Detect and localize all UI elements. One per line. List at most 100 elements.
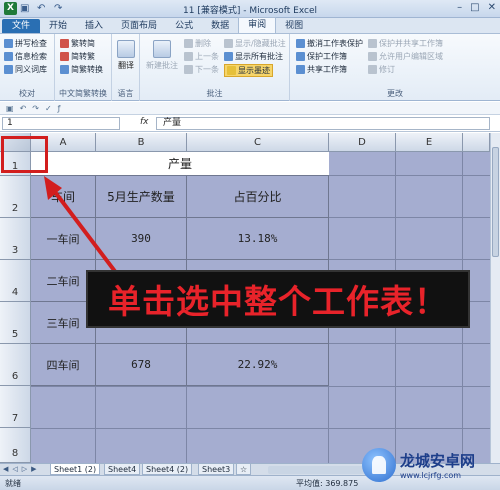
group-chinese-conversion: 繁转简 简转繁 简繁转换 中文简繁转换 bbox=[55, 34, 112, 101]
close-icon[interactable]: ✕ bbox=[488, 2, 496, 13]
protect-share-icon bbox=[368, 39, 377, 48]
last-sheet-icon[interactable]: ▶ bbox=[31, 465, 36, 473]
tab-formulas[interactable]: 公式 bbox=[166, 19, 202, 33]
table-cell[interactable]: 678 bbox=[96, 344, 187, 386]
minimize-icon[interactable]: – bbox=[457, 2, 462, 13]
group-language: 翻译 语言 bbox=[112, 34, 140, 101]
sheet-tab[interactable]: Sheet1 (2) bbox=[50, 464, 101, 475]
tab-data[interactable]: 数据 bbox=[202, 19, 238, 33]
row-header-6[interactable]: 6 bbox=[0, 344, 31, 386]
thesaurus-button[interactable]: 同义词库 bbox=[4, 64, 47, 75]
maximize-icon[interactable]: □ bbox=[470, 2, 479, 13]
protect-share-workbook-button[interactable]: 保护并共享工作簿 bbox=[368, 38, 443, 49]
row-header-3[interactable]: 3 bbox=[0, 218, 31, 260]
row-header-4[interactable]: 4 bbox=[0, 260, 31, 302]
show-hide-comment-button[interactable]: 显示/隐藏批注 bbox=[224, 38, 286, 49]
window-controls: – □ ✕ bbox=[457, 2, 496, 13]
simp-to-trad-button[interactable]: 简转繁 bbox=[60, 51, 95, 62]
gridline bbox=[31, 428, 490, 429]
trad-to-simp-button[interactable]: 繁转简 bbox=[60, 38, 95, 49]
first-sheet-icon[interactable]: ◀ bbox=[3, 465, 8, 473]
watermark: 龙城安卓网 www.lcjrfg.com bbox=[362, 445, 498, 485]
header-cell-workshop[interactable]: 车间 bbox=[31, 176, 96, 218]
header-cell-percent[interactable]: 占百分比 bbox=[187, 176, 329, 218]
allow-edit-ranges-button[interactable]: 允许用户编辑区域 bbox=[368, 51, 443, 62]
new-comment-button[interactable]: 新建批注 bbox=[144, 40, 180, 71]
fx-small-icon[interactable]: ƒ bbox=[58, 104, 61, 113]
delete-comment-button[interactable]: 删除 bbox=[184, 38, 211, 49]
row-header-8[interactable]: 8 bbox=[0, 428, 31, 463]
sheet-tab[interactable]: Sheet4 (2) bbox=[142, 464, 193, 475]
chinese-conversion-icon bbox=[60, 65, 69, 74]
track-changes-button[interactable]: 修订 bbox=[368, 64, 395, 75]
table-cell[interactable]: 22.92% bbox=[187, 344, 329, 386]
tab-view[interactable]: 视图 bbox=[276, 19, 312, 33]
research-button[interactable]: 信息检索 bbox=[4, 51, 47, 62]
translate-button[interactable]: 翻译 bbox=[115, 40, 137, 71]
group-label-comments: 批注 bbox=[206, 89, 223, 98]
sheet-tab[interactable]: Sheet4 bbox=[104, 464, 141, 475]
column-header-e[interactable]: E bbox=[396, 133, 463, 152]
tab-insert[interactable]: 插入 bbox=[76, 19, 112, 33]
share-workbook-button[interactable]: 共享工作簿 bbox=[296, 64, 347, 75]
name-box[interactable]: 1 bbox=[2, 117, 120, 130]
formula-bar: 1 fx 产量 bbox=[0, 115, 500, 132]
table-cell[interactable]: 一车间 bbox=[31, 218, 96, 260]
show-all-comments-button[interactable]: 显示所有批注 bbox=[224, 51, 283, 62]
table-title-cell[interactable]: 产量 bbox=[31, 152, 329, 176]
window-title: 11 [兼容模式] - Microsoft Excel bbox=[183, 6, 317, 16]
tab-file[interactable]: 文件 bbox=[2, 19, 41, 33]
tab-home[interactable]: 开始 bbox=[40, 19, 76, 33]
redo-small-icon[interactable]: ↷ bbox=[32, 104, 39, 113]
spell-small-icon[interactable]: ✓ bbox=[45, 104, 52, 113]
protect-workbook-icon bbox=[296, 52, 305, 61]
vertical-scrollbar[interactable] bbox=[490, 133, 500, 463]
insert-sheet-icon[interactable]: ☆ bbox=[236, 464, 252, 475]
group-label-proofing: 校对 bbox=[19, 89, 35, 98]
allow-edit-ranges-icon bbox=[368, 52, 377, 61]
show-ink-button[interactable]: 显示墨迹 bbox=[224, 64, 273, 77]
gridline bbox=[329, 259, 490, 260]
row-header-2[interactable]: 2 bbox=[0, 176, 31, 218]
mini-toolbar: ▣ ↶ ↷ ✓ ƒ bbox=[0, 102, 500, 115]
chinese-conversion-button[interactable]: 简繁转换 bbox=[60, 64, 103, 75]
prev-sheet-icon[interactable]: ◁ bbox=[12, 465, 17, 473]
table-cell[interactable]: 390 bbox=[96, 218, 187, 260]
column-header-f[interactable] bbox=[463, 133, 490, 152]
unprotect-sheet-icon bbox=[296, 39, 305, 48]
fx-icon[interactable]: fx bbox=[140, 117, 149, 127]
table-cell[interactable]: 13.18% bbox=[187, 218, 329, 260]
show-all-comments-icon bbox=[224, 52, 233, 61]
scrollbar-thumb[interactable] bbox=[492, 147, 499, 257]
column-header-d[interactable]: D bbox=[329, 133, 396, 152]
next-comment-button[interactable]: 下一条 bbox=[184, 64, 219, 75]
unprotect-sheet-button[interactable]: 撤消工作表保护 bbox=[296, 38, 363, 49]
android-logo-icon bbox=[362, 448, 396, 482]
formula-input[interactable]: 产量 bbox=[156, 117, 490, 130]
column-header-c[interactable]: C bbox=[187, 133, 329, 152]
group-label-chinese: 中文简繁转换 bbox=[59, 89, 107, 98]
tab-page-layout[interactable]: 页面布局 bbox=[112, 19, 166, 33]
watermark-name: 龙城安卓网 bbox=[400, 452, 476, 470]
header-cell-quantity[interactable]: 5月生产数量 bbox=[96, 176, 187, 218]
group-label-changes: 更改 bbox=[387, 89, 403, 98]
group-label-language: 语言 bbox=[117, 89, 134, 98]
gridline bbox=[31, 386, 490, 387]
column-header-b[interactable]: B bbox=[96, 133, 187, 152]
protect-workbook-button[interactable]: 保护工作簿 bbox=[296, 51, 347, 62]
next-sheet-icon[interactable]: ▷ bbox=[22, 465, 27, 473]
previous-comment-icon bbox=[184, 52, 193, 61]
table-cell[interactable]: 四车间 bbox=[31, 344, 96, 386]
undo-small-icon[interactable]: ↶ bbox=[20, 104, 27, 113]
highlight-box bbox=[1, 136, 48, 173]
sheet-tab[interactable]: Sheet3 bbox=[198, 464, 235, 475]
row-header-7[interactable]: 7 bbox=[0, 386, 31, 428]
gridline bbox=[329, 343, 490, 344]
row-header-5[interactable]: 5 bbox=[0, 302, 31, 344]
gridline bbox=[329, 175, 490, 176]
previous-comment-button[interactable]: 上一条 bbox=[184, 51, 219, 62]
spell-check-button[interactable]: 拼写检查 bbox=[4, 38, 47, 49]
delete-comment-icon bbox=[184, 39, 193, 48]
tab-review[interactable]: 审阅 bbox=[238, 17, 277, 33]
save-small-icon[interactable]: ▣ bbox=[6, 104, 14, 113]
